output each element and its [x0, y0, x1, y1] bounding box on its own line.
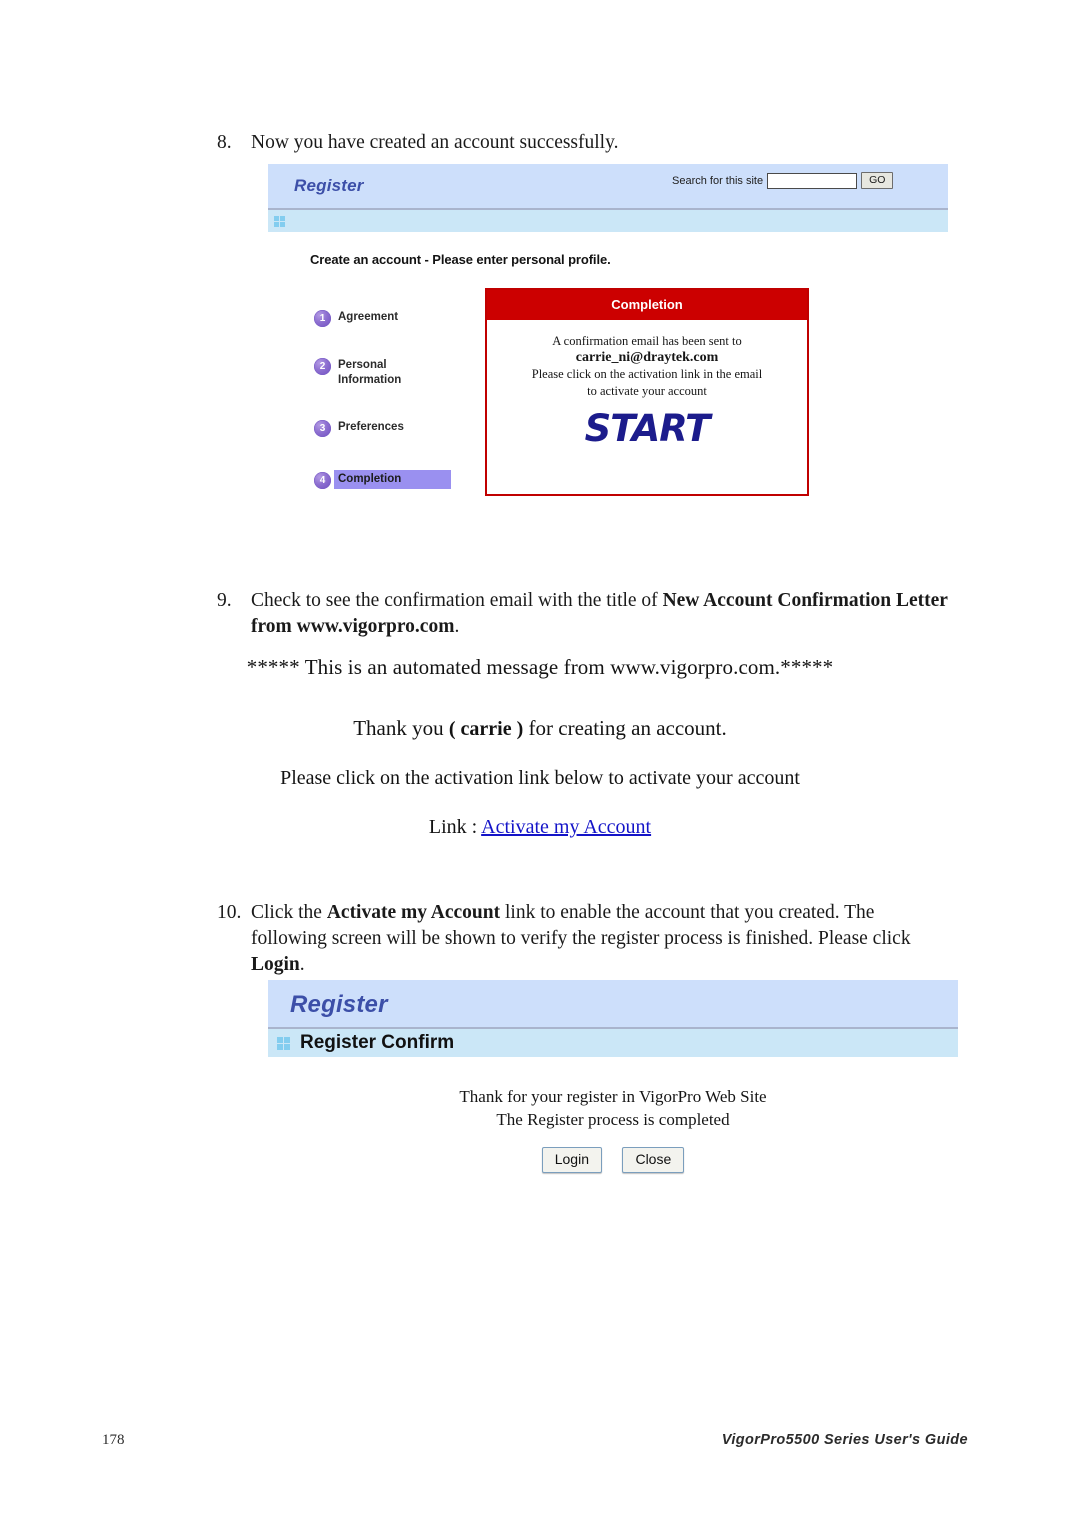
search-label: Search for this site	[672, 174, 764, 187]
wizard-step-completion[interactable]: 4 Completion	[314, 470, 451, 489]
grid-squares-icon	[274, 215, 285, 227]
step-10-bold-2: Login	[251, 953, 300, 975]
grid-squares-icon	[277, 1036, 290, 1050]
search-input[interactable]	[767, 172, 858, 189]
go-button[interactable]: GO	[861, 172, 894, 189]
step-10-bold-1: Activate my Account	[326, 902, 501, 923]
email-link-label: Link :	[428, 816, 482, 838]
step-10-text-1: Click the	[251, 902, 327, 923]
confirm-message-line-2: The Register process is completed	[496, 1110, 730, 1129]
wizard-number-badge: 2	[314, 358, 331, 375]
step-10: 10. Click the Activate my Account link t…	[205, 900, 950, 978]
email-account-name: ( carrie )	[448, 718, 524, 740]
wizard-number-badge: 3	[314, 420, 331, 437]
wizard-step-agreement[interactable]: 1 Agreement	[314, 310, 398, 327]
wizard-number-badge: 4	[314, 472, 331, 489]
screenshot-register-confirm: Register Register Confirm Thank for your…	[268, 980, 958, 1195]
step-10-text-3: .	[299, 953, 305, 975]
close-button[interactable]: Close	[622, 1147, 685, 1173]
confirm-button-row: Login Close	[268, 1147, 958, 1173]
confirmation-email-body: ***** This is an automated message from …	[0, 655, 1080, 839]
confirm-message-line-1: Thank for your register in VigorPro Web …	[459, 1087, 767, 1106]
wizard-step-label: Personal Information	[338, 359, 402, 386]
register-subbar	[268, 208, 948, 232]
footer-page-number: 178	[102, 1432, 125, 1448]
email-automated-notice: ***** This is an automated message from …	[246, 655, 834, 679]
completion-panel-title: Completion	[487, 290, 807, 320]
step-9-text: Check to see the confirmation email with…	[251, 588, 950, 640]
step-10-number: 10.	[217, 902, 242, 923]
register-confirm-title: Register Confirm	[300, 1032, 455, 1053]
email-thank-before: Thank you	[353, 716, 449, 740]
email-thank-after: for creating an account.	[523, 716, 727, 740]
confirm-banner-title: Register	[290, 991, 388, 1018]
create-account-heading: Create an account - Please enter persona…	[310, 252, 611, 267]
wizard-step-preferences[interactable]: 3 Preferences	[314, 420, 404, 437]
wizard-step-label-active: Completion	[334, 470, 451, 489]
confirm-message: Thank for your register in VigorPro Web …	[268, 1085, 958, 1131]
completion-line-1: A confirmation email has been sent to	[552, 334, 742, 348]
register-banner-title: Register	[294, 176, 364, 195]
activate-my-account-link[interactable]: Activate my Account	[481, 816, 651, 838]
email-thank-you-line: Thank you ( carrie ) for creating an acc…	[0, 716, 1080, 741]
step-9-number: 9.	[217, 590, 232, 611]
site-search-group: Search for this site GO	[672, 172, 894, 189]
confirm-subbar: Register Confirm	[268, 1027, 958, 1057]
wizard-step-label: Agreement	[338, 311, 399, 323]
email-link-row: Link : Activate my Account	[0, 816, 1080, 839]
email-instruction-line: Please click on the activation link belo…	[280, 767, 800, 789]
login-button[interactable]: Login	[541, 1147, 602, 1173]
step-8: 8. Now you have created an account succe…	[205, 130, 965, 156]
step-8-text: Now you have created an account successf…	[251, 132, 619, 153]
confirm-banner: Register	[268, 980, 958, 1027]
completion-line-2: Please click on the activation link in t…	[531, 367, 763, 381]
step-9-text-before: Check to see the confirmation email with…	[251, 590, 663, 611]
completion-line-3: to activate your account	[587, 383, 707, 398]
completion-email-address: carrie_ni@draytek.com	[575, 349, 719, 365]
register-banner: Register Search for this site GO	[268, 164, 948, 208]
wizard-step-label: Preferences	[338, 421, 404, 433]
step-9-text-after: .	[454, 615, 460, 637]
screenshot-register-wizard: Register Search for this site GO Create …	[268, 164, 948, 504]
wizard-step-list: 1 Agreement 2 Personal Information 3 Pre…	[314, 304, 514, 504]
wizard-number-badge: 1	[314, 310, 331, 327]
wizard-step-personal-information[interactable]: 2 Personal Information	[314, 358, 401, 388]
footer-guide-title: VigorPro5500 Series User's Guide	[721, 1432, 968, 1448]
start-logo: START	[584, 407, 711, 450]
step-10-text: Click the Activate my Account link to en…	[251, 900, 950, 978]
step-9: 9. Check to see the confirmation email w…	[205, 588, 950, 640]
completion-panel: Completion A confirmation email has been…	[485, 288, 809, 496]
step-8-number: 8.	[217, 132, 232, 153]
completion-panel-body: A confirmation email has been sent to ca…	[487, 320, 807, 450]
document-page: 8. Now you have created an account succe…	[0, 0, 1080, 1528]
